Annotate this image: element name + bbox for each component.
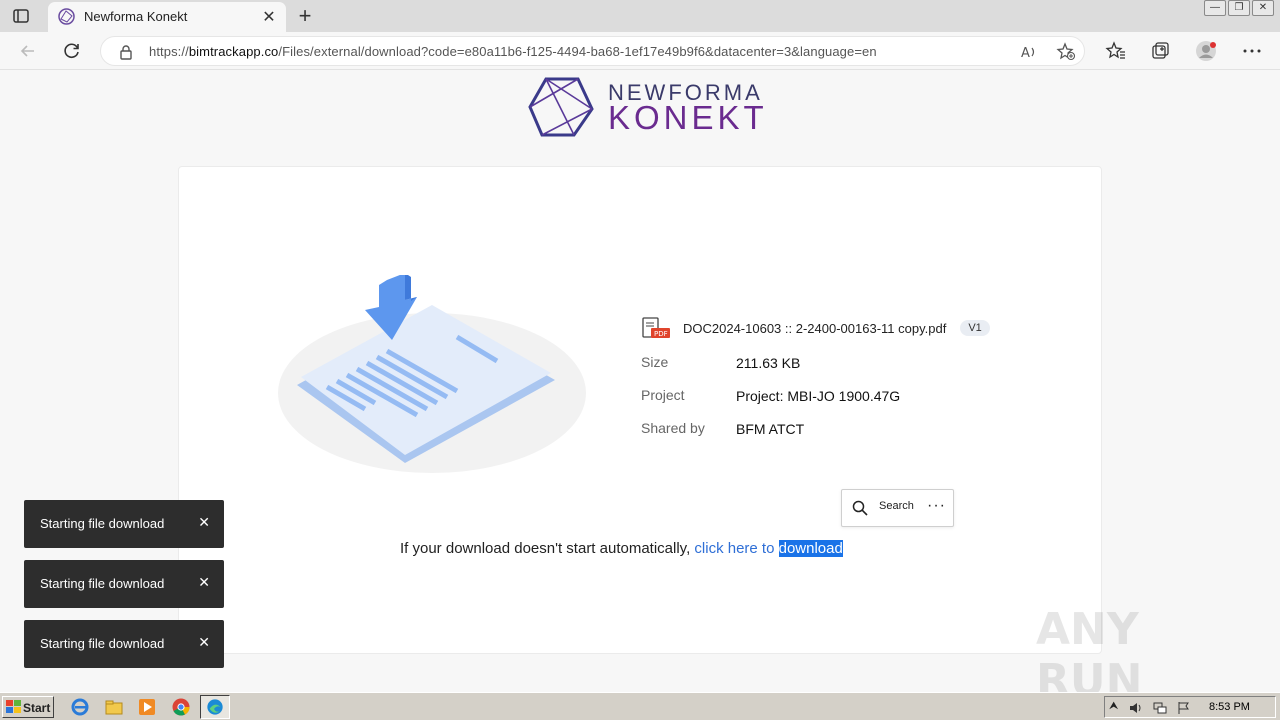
close-window-button[interactable]: ✕: [1252, 0, 1274, 16]
download-link-selected[interactable]: download: [778, 540, 843, 557]
minimize-button[interactable]: —: [1204, 0, 1226, 16]
pdf-file-icon: PDF: [642, 317, 670, 338]
meta-label: Shared by: [641, 420, 705, 436]
meta-label: Project: [641, 387, 685, 403]
lock-icon[interactable]: [119, 44, 133, 60]
tray-expand-icon[interactable]: ⮝: [1109, 700, 1123, 714]
watermark-text: ANY RUN: [1036, 604, 1143, 706]
action-center-flag-icon[interactable]: [1177, 701, 1191, 715]
volume-icon[interactable]: [1129, 701, 1143, 715]
network-icon[interactable]: [1153, 701, 1167, 715]
download-prefix: If your download doesn't start automatic…: [400, 540, 695, 557]
download-card: PDF DOC2024-10603 :: 2-2400-00163-11 cop…: [178, 166, 1102, 654]
toast-text: Starting file download: [40, 516, 165, 531]
search-button[interactable]: Search: [879, 500, 914, 512]
url-text: https://bimtrackapp.co/Files/external/do…: [149, 44, 877, 59]
download-link[interactable]: click here to: [694, 540, 778, 557]
settings-more-icon[interactable]: [1241, 40, 1263, 62]
chrome-icon[interactable]: [171, 697, 191, 717]
meta-label: Size: [641, 354, 669, 370]
browser-tab-strip: Newforma Konekt ✕ + — ❐ ✕: [0, 0, 1280, 32]
newforma-konekt-logo: NEWFORMA KONEKT: [528, 73, 764, 137]
pdf-badge-text: PDF: [654, 330, 668, 338]
address-bar[interactable]: https://bimtrackapp.co/Files/external/do…: [100, 36, 1085, 66]
clock: 8:53 PM: [1209, 701, 1250, 713]
version-badge: V1: [960, 320, 990, 336]
toast-notification: Starting file download ✕: [24, 620, 224, 668]
more-options-icon[interactable]: ···: [927, 497, 946, 515]
logo-mark-icon: [528, 77, 594, 137]
browser-toolbar: https://bimtrackapp.co/Files/external/do…: [0, 32, 1280, 70]
edge-icon: [207, 699, 223, 715]
toast-text: Starting file download: [40, 576, 165, 591]
internet-explorer-icon[interactable]: [70, 697, 90, 717]
url-prefix: https://: [149, 44, 189, 59]
toast-notification: Starting file download ✕: [24, 560, 224, 608]
start-button[interactable]: Start: [2, 696, 54, 718]
windows-taskbar: Start ⮝ 8:53 PM: [0, 692, 1280, 720]
logo-line2: KONEKT: [608, 99, 768, 136]
tab-actions-icon[interactable]: [12, 7, 30, 25]
meta-value: BFM ATCT: [736, 421, 805, 437]
download-message: If your download doesn't start automatic…: [400, 540, 843, 557]
add-favorite-icon[interactable]: [1056, 42, 1076, 62]
start-label: Start: [23, 701, 51, 715]
url-path: /Files/external/download?code=e80a11b6-f…: [278, 44, 877, 59]
back-arrow-icon[interactable]: [17, 40, 39, 62]
file-name: DOC2024-10603 :: 2-2400-00163-11 copy.pd…: [683, 320, 947, 336]
read-aloud-icon[interactable]: A: [1019, 42, 1039, 62]
toast-text: Starting file download: [40, 636, 165, 651]
refresh-icon[interactable]: [61, 40, 83, 62]
toast-close-icon[interactable]: ✕: [198, 514, 210, 531]
new-tab-button[interactable]: +: [294, 3, 316, 29]
document-download-illustration: [278, 275, 586, 473]
window-controls: — ❐ ✕: [1204, 0, 1274, 16]
tab-title: Newforma Konekt: [84, 9, 188, 24]
url-host: bimtrackapp.co: [188, 44, 279, 59]
anyrun-watermark: ANY RUN: [1036, 604, 1236, 706]
file-explorer-icon[interactable]: [104, 697, 124, 717]
selection-context-popup: Search ···: [841, 489, 954, 527]
meta-value: 211.63 KB: [736, 355, 801, 371]
tab-close-icon[interactable]: ✕: [260, 7, 278, 27]
newforma-favicon-icon: [58, 8, 75, 25]
toast-close-icon[interactable]: ✕: [198, 574, 210, 591]
search-icon[interactable]: [852, 500, 868, 516]
tab-newforma-konekt[interactable]: Newforma Konekt ✕: [48, 2, 286, 32]
edge-taskbar-button[interactable]: [200, 695, 230, 719]
windows-flag-icon: [6, 700, 21, 713]
profile-avatar-icon[interactable]: [1195, 40, 1217, 62]
file-header: PDF DOC2024-10603 :: 2-2400-00163-11 cop…: [641, 317, 990, 339]
media-player-icon[interactable]: [137, 697, 157, 717]
svg-text:A: A: [1021, 46, 1030, 61]
toast-notification: Starting file download ✕: [24, 500, 224, 548]
meta-value: Project: MBI-JO 1900.47G: [736, 388, 901, 404]
restore-button[interactable]: ❐: [1228, 0, 1250, 16]
system-tray: ⮝ 8:53 PM: [1104, 696, 1276, 718]
favorites-icon[interactable]: [1105, 40, 1127, 62]
toast-close-icon[interactable]: ✕: [198, 634, 210, 651]
collections-icon[interactable]: [1149, 40, 1171, 62]
